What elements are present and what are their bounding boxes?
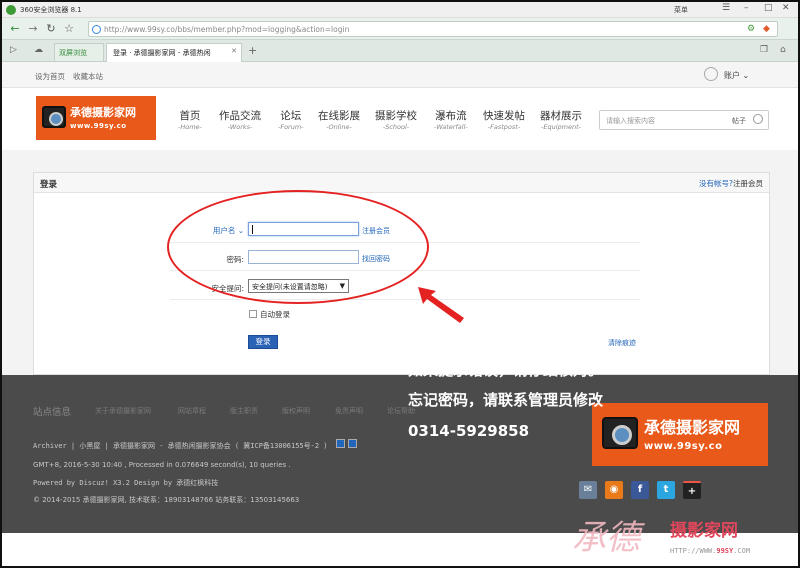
- site-search[interactable]: 请输入搜索内容 帖子: [599, 110, 769, 130]
- nav-forum[interactable]: 论坛 -Forum-: [278, 108, 304, 131]
- screenshot-frame: 360安全浏览器 8.1 菜单 ☰ – □ ✕ ← → ↻ ☆ http://w…: [0, 0, 800, 568]
- footer-link-about[interactable]: 关于承德摄影家网: [95, 406, 151, 416]
- annotation-line-1: 输入用户名和密码: [408, 333, 529, 351]
- email-share-icon[interactable]: ✉: [579, 481, 597, 499]
- set-homepage-link[interactable]: 设为首页: [35, 71, 65, 82]
- browser-title: 360安全浏览器 8.1: [20, 6, 82, 14]
- login-panel-header: 登录 没有帐号?注册会员: [34, 173, 769, 193]
- sidebar-toggle-icon[interactable]: ▷: [10, 45, 17, 55]
- watermark-name: 摄影家网: [670, 521, 738, 541]
- tab-label: 双屏浏览: [59, 49, 87, 57]
- url-text: http://www.99sy.co/bbs/member.php?mod=lo…: [104, 25, 350, 34]
- site-header: 承德摄影家网 www.99sy.co 首页 -Home- 作品交流 -Works- …: [2, 88, 798, 150]
- footer-link-charter[interactable]: 网站章程: [178, 406, 206, 416]
- bookmark-site-link[interactable]: 收藏本站: [73, 71, 103, 82]
- rss-icon[interactable]: ◉: [605, 481, 623, 499]
- nav-school[interactable]: 摄影学校 -School-: [375, 108, 417, 131]
- highlight-ellipse: [167, 190, 429, 304]
- no-account-register: 没有帐号?注册会员: [699, 178, 763, 189]
- nav-home[interactable]: 首页 -Home-: [178, 108, 202, 131]
- cloud-icon[interactable]: ☁: [34, 45, 43, 55]
- more-share-icon[interactable]: +: [683, 481, 701, 499]
- login-title: 登录: [40, 180, 58, 190]
- annotation-arrow-icon: [418, 287, 464, 323]
- nav-online[interactable]: 在线影展 -Online-: [318, 108, 360, 131]
- refresh-icon[interactable]: ↻: [44, 22, 58, 36]
- nav-works[interactable]: 作品交流 -Works-: [219, 108, 261, 131]
- restore-tab-icon[interactable]: ⌂: [780, 45, 786, 55]
- compat-mode-icon[interactable]: ⚙: [747, 24, 755, 34]
- footer-link-moderators[interactable]: 版主职责: [230, 406, 258, 416]
- camera-icon: [602, 417, 638, 449]
- footer-archiver-line: Archiver | 小黑屋 | 承德摄影家网 - 承德热闲摄影家协会 ( 冀I…: [33, 442, 328, 450]
- tab-close-icon[interactable]: ✕: [231, 47, 237, 55]
- tab-list-icon[interactable]: ❐: [760, 45, 768, 55]
- globe-icon: [92, 25, 101, 34]
- footer-powered-line: Powered by Discuz! X3.2 Design by 承德红枫科技: [33, 479, 219, 487]
- browser-menu-button[interactable]: 菜单: [674, 5, 688, 15]
- close-icon[interactable]: ✕: [782, 3, 790, 13]
- tab-login-page[interactable]: 登录 · 承德摄影家网 - 承德热闲 ✕: [106, 43, 242, 62]
- search-type-select[interactable]: 帖子: [732, 116, 746, 126]
- facebook-icon[interactable]: f: [631, 481, 649, 499]
- address-toolbar: ← → ↻ ☆ http://www.99sy.co/bbs/member.ph…: [2, 18, 798, 40]
- footer-logo: 承德摄影家网 www.99sy.co: [592, 403, 768, 466]
- nav-waterfall[interactable]: 瀑布流 -Waterfall-: [434, 108, 468, 131]
- skin-icon[interactable]: ☰: [722, 3, 730, 13]
- minimize-icon[interactable]: –: [744, 3, 749, 13]
- watermark-url: HTTP://WWW.99SY.COM: [670, 547, 751, 555]
- paw-badge-icon: [348, 439, 357, 448]
- watermark-brand: 承德: [572, 518, 640, 558]
- register-link[interactable]: 注册会员: [733, 179, 763, 188]
- forward-icon[interactable]: →: [26, 22, 40, 36]
- maximize-icon[interactable]: □: [764, 3, 773, 13]
- user-avatar-icon: [704, 67, 718, 81]
- annotation-line-3: 忘记密码，请联系管理员修改: [408, 391, 604, 409]
- nav-fastpost[interactable]: 快速发帖 -Fastpost-: [483, 108, 525, 131]
- back-icon[interactable]: ←: [8, 22, 22, 36]
- camera-icon: [42, 106, 66, 128]
- security-badge-icon: [336, 439, 345, 448]
- auto-login-label: 自动登录: [260, 310, 290, 319]
- footer-stats-line: GMT+8, 2016-5-30 10:40 , Processed in 0.…: [33, 461, 291, 469]
- footer-link-disclaimer[interactable]: 免责声明: [335, 406, 363, 416]
- no-account-text: 没有帐号?: [699, 179, 733, 188]
- annotation-phone: 0314-5929858: [408, 422, 530, 440]
- site-info-heading: 站点信息: [33, 407, 72, 418]
- search-input[interactable]: 请输入搜索内容: [606, 116, 655, 126]
- divider: [170, 299, 640, 300]
- tab-label: 登录 · 承德摄影家网 - 承德热闲: [113, 49, 211, 57]
- browser-titlebar: 360安全浏览器 8.1 菜单 ☰ – □ ✕: [2, 2, 798, 18]
- site-topnav: 设为首页 收藏本站 账户 ⌄: [2, 62, 798, 88]
- tab-dual-screen[interactable]: 双屏浏览: [54, 43, 104, 61]
- tab-bar: ▷ ☁ 双屏浏览 登录 · 承德摄影家网 - 承德热闲 ✕ + ❐ ⌂: [2, 40, 798, 62]
- footer-copyright-line: © 2014-2015 承德摄影家网, 技术联系：18903148766 站务联…: [33, 496, 300, 504]
- annotation-line-2: 如果提示错误，请仔细核对。: [408, 361, 604, 379]
- nav-equipment[interactable]: 器材展示 -Equipment-: [540, 108, 582, 131]
- account-menu[interactable]: 账户 ⌄: [724, 70, 749, 81]
- site-logo[interactable]: 承德摄影家网 www.99sy.co: [36, 96, 156, 140]
- favorite-star-icon[interactable]: ☆: [62, 22, 76, 36]
- search-icon[interactable]: [753, 114, 763, 124]
- url-input[interactable]: http://www.99sy.co/bbs/member.php?mod=lo…: [88, 21, 778, 37]
- clear-traces-link[interactable]: 清除痕迹: [608, 338, 636, 348]
- footer-link-copyright[interactable]: 版权声明: [282, 406, 310, 416]
- login-submit-button[interactable]: 登录: [248, 335, 278, 349]
- auto-login-checkbox[interactable]: [249, 310, 257, 318]
- site-shield-icon[interactable]: ◆: [763, 24, 770, 34]
- browser-logo-icon: [6, 5, 16, 15]
- new-tab-icon[interactable]: +: [248, 44, 257, 57]
- twitter-icon[interactable]: t: [657, 481, 675, 499]
